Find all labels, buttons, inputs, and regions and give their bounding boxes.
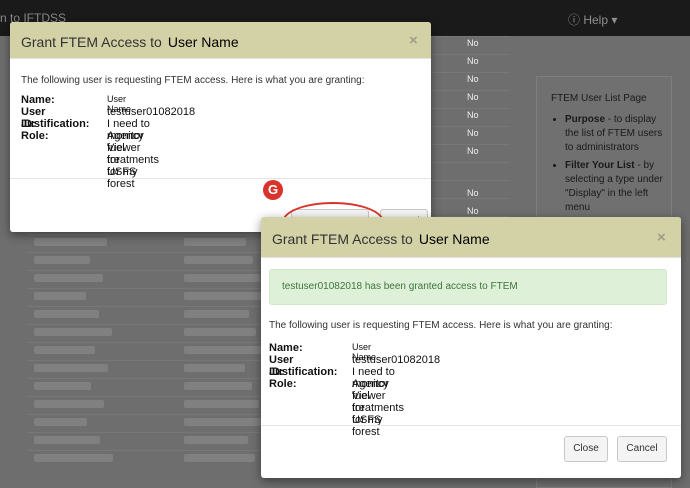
role-value: Agency Viewer for USFS [352,378,389,426]
annotation-step-icon: G [263,180,283,200]
access-status-cell: No [467,128,479,138]
access-status-cell: No [467,206,479,216]
access-status-cell: No [467,74,479,84]
modal-header: Grant FTEM Access to User Name × [261,217,681,258]
success-message: testuser01082018 has been granted access… [282,281,518,292]
help-item-filter: Filter Your List - by selecting a type u… [565,159,665,215]
table-cell [34,274,103,282]
table-cell [184,436,248,444]
role-value: Agency Viewer for USFS [107,130,144,178]
role-label: Role: [269,378,297,390]
table-cell [184,400,259,408]
table-cell [34,292,86,300]
modal-footer-divider [10,178,431,179]
modal-title: Grant FTEM Access to User Name [272,231,490,247]
close-button[interactable]: Close [564,436,608,462]
table-cell [184,418,266,426]
help-menu[interactable]: ⓘ Help ▾ [568,11,617,28]
table-cell [184,364,245,372]
modal-intro-text: The following user is requesting FTEM ac… [21,75,365,86]
user-id-value: testuser01082018 [352,354,441,366]
modal-user-name: User Name [167,34,239,50]
table-cell [34,436,100,444]
grant-access-modal: Grant FTEM Access to User Name × The foll… [10,22,431,242]
table-cell [34,400,104,408]
grant-access-success-modal: Grant FTEM Access to User Name × testuser… [261,217,681,478]
table-cell [34,346,95,354]
justification-label: Justification: [269,366,338,378]
access-status-cell: No [467,38,479,48]
table-cell [34,382,91,390]
table-cell [184,454,255,462]
close-icon[interactable]: × [409,32,418,49]
table-cell [34,454,113,462]
access-status-cell: No [467,56,479,66]
role-label: Role: [21,130,49,142]
table-cell [34,238,107,246]
close-icon[interactable]: × [657,229,666,246]
table-cell [34,364,108,372]
table-cell [184,256,253,264]
cancel-button[interactable]: Cancel [617,436,667,462]
table-cell [184,346,263,354]
table-cell [34,256,90,264]
table-cell [184,238,246,246]
access-status-cell: No [467,146,479,156]
user-id-value: testuser01082018 [107,106,196,118]
name-label: Name: [21,94,55,106]
access-status-cell: No [467,188,479,198]
modal-intro-text: The following user is requesting FTEM ac… [269,320,613,331]
table-cell [184,310,249,318]
justification-label: Justification: [21,118,90,130]
table-cell [34,418,87,426]
success-alert: testuser01082018 has been granted access… [269,269,667,305]
modal-footer-divider [261,425,681,426]
table-cell [184,292,267,300]
modal-title: Grant FTEM Access to User Name [21,34,239,50]
name-label: Name: [269,342,303,354]
table-cell [184,382,252,390]
modal-header: Grant FTEM Access to User Name × [10,22,431,59]
table-cell [184,328,256,336]
table-cell [34,310,99,318]
modal-user-name: User Name [418,231,490,247]
help-panel-title: FTEM User List Page [551,93,647,104]
access-status-cell: No [467,92,479,102]
table-cell [184,274,260,282]
help-panel-list: Purpose - to display the list of FTEM us… [537,113,665,219]
table-cell [34,328,112,336]
access-status-cell: No [467,110,479,120]
help-item-purpose: Purpose - to display the list of FTEM us… [565,113,665,155]
